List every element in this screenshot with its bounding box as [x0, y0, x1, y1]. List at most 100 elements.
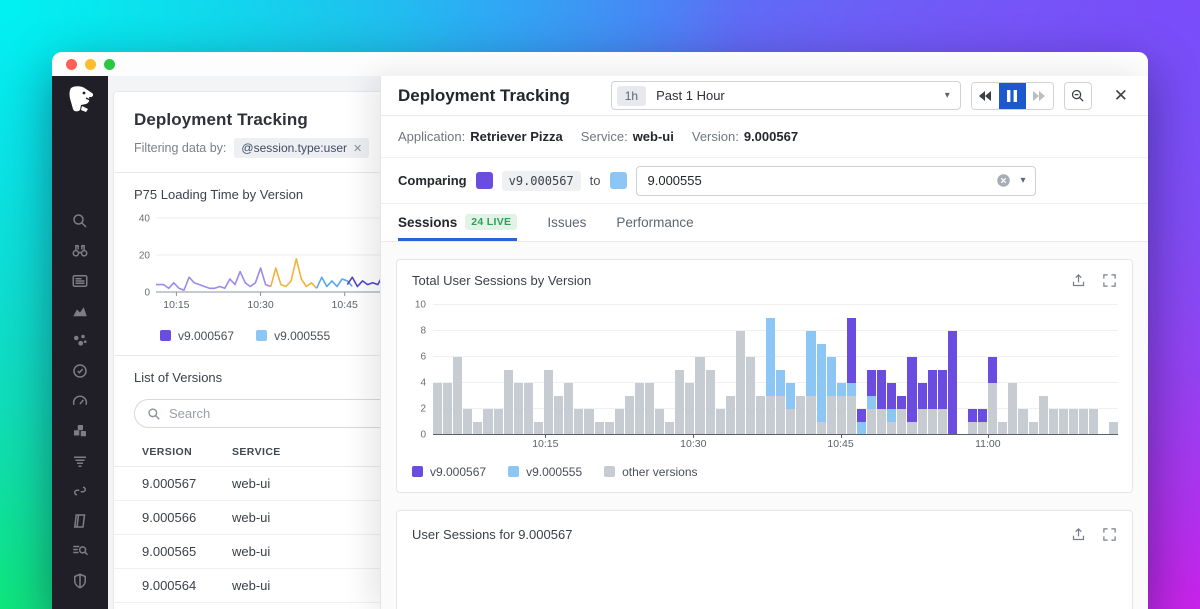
tab-issues[interactable]: Issues: [547, 204, 586, 241]
bar[interactable]: [937, 305, 947, 435]
monitors-target-icon[interactable]: [71, 362, 89, 380]
bar[interactable]: [513, 305, 523, 435]
search-input[interactable]: [169, 406, 409, 421]
zoom-out-button[interactable]: [1063, 81, 1092, 110]
bar[interactable]: [695, 305, 705, 435]
clear-selection-icon[interactable]: [996, 173, 1011, 188]
bar[interactable]: [816, 305, 826, 435]
expand-icon[interactable]: [1102, 527, 1117, 542]
bar[interactable]: [675, 305, 685, 435]
logs-filter-icon[interactable]: [71, 452, 89, 470]
bar[interactable]: [665, 305, 675, 435]
watchdog-binoculars-icon[interactable]: [71, 242, 89, 260]
bar[interactable]: [463, 305, 473, 435]
bar[interactable]: [806, 305, 816, 435]
bar[interactable]: [493, 305, 503, 435]
bar[interactable]: [644, 305, 655, 435]
bar[interactable]: [877, 305, 887, 435]
bar[interactable]: [1089, 305, 1099, 435]
search-icon[interactable]: [71, 212, 89, 230]
bar[interactable]: [634, 305, 644, 435]
bar[interactable]: [1028, 305, 1038, 435]
bar[interactable]: [584, 305, 594, 435]
bar[interactable]: [766, 305, 776, 435]
bar[interactable]: [1079, 305, 1089, 435]
legend-item[interactable]: other versions: [604, 465, 698, 479]
bar[interactable]: [594, 305, 604, 435]
bar[interactable]: [786, 305, 796, 435]
bar[interactable]: [1038, 305, 1048, 435]
bar[interactable]: [846, 305, 856, 435]
close-panel-icon[interactable]: ✕: [1108, 84, 1134, 108]
integrations-puzzle-icon[interactable]: [71, 422, 89, 440]
bar[interactable]: [473, 305, 483, 435]
bar[interactable]: [756, 305, 766, 435]
bar[interactable]: [907, 305, 917, 435]
filter-chip[interactable]: @session.type:user ✕: [234, 138, 370, 158]
bar[interactable]: [887, 305, 897, 435]
export-icon[interactable]: [1071, 527, 1086, 542]
notebooks-icon[interactable]: [71, 512, 89, 530]
bar[interactable]: [745, 305, 755, 435]
to-version-select[interactable]: 9.000555 ▾: [635, 165, 1036, 196]
bar[interactable]: [624, 305, 634, 435]
metrics-chart-icon[interactable]: [71, 302, 89, 320]
dashboards-gauge-icon[interactable]: [71, 392, 89, 410]
bar[interactable]: [574, 305, 584, 435]
bar[interactable]: [1008, 305, 1018, 435]
bar[interactable]: [1109, 305, 1119, 435]
versions-search[interactable]: [134, 399, 422, 428]
time-range-selector[interactable]: 1h Past 1 Hour ▾: [610, 81, 961, 110]
tab-performance[interactable]: Performance: [616, 204, 693, 241]
bar[interactable]: [433, 305, 443, 435]
bar[interactable]: [1068, 305, 1078, 435]
legend-item[interactable]: v9.000567: [160, 329, 234, 343]
security-shield-icon[interactable]: [71, 572, 89, 590]
pause-button[interactable]: [998, 82, 1026, 109]
bar[interactable]: [735, 305, 745, 435]
bar[interactable]: [715, 305, 725, 435]
bar[interactable]: [604, 305, 614, 435]
filter-chip-close-icon[interactable]: ✕: [353, 142, 362, 155]
infrastructure-cluster-icon[interactable]: [71, 332, 89, 350]
export-icon[interactable]: [1071, 273, 1086, 288]
bar[interactable]: [917, 305, 927, 435]
bar[interactable]: [927, 305, 937, 435]
bar[interactable]: [533, 305, 544, 435]
bar[interactable]: [836, 305, 846, 435]
bar[interactable]: [614, 305, 624, 435]
bar[interactable]: [503, 305, 513, 435]
bar[interactable]: [978, 305, 988, 435]
bar[interactable]: [776, 305, 786, 435]
bar[interactable]: [443, 305, 453, 435]
bar[interactable]: [1018, 305, 1028, 435]
bar[interactable]: [1048, 305, 1058, 435]
legend-item[interactable]: v9.000555: [256, 329, 330, 343]
legend-item[interactable]: v9.000555: [508, 465, 582, 479]
bar[interactable]: [998, 305, 1008, 435]
apm-link-icon[interactable]: [71, 482, 89, 500]
bar[interactable]: [685, 305, 695, 435]
bar[interactable]: [897, 305, 907, 435]
fast-forward-button[interactable]: [1025, 82, 1053, 109]
log-explorer-icon[interactable]: [71, 542, 89, 560]
legend-item[interactable]: v9.000567: [412, 465, 486, 479]
bar[interactable]: [867, 305, 877, 435]
bar[interactable]: [967, 305, 978, 435]
bar[interactable]: [523, 305, 533, 435]
bar[interactable]: [988, 305, 998, 435]
bar[interactable]: [453, 305, 463, 435]
rewind-button[interactable]: [971, 82, 999, 109]
bar[interactable]: [856, 305, 867, 435]
expand-icon[interactable]: [1102, 273, 1117, 288]
events-list-icon[interactable]: [71, 272, 89, 290]
zoom-window-button[interactable]: [104, 58, 115, 70]
close-window-button[interactable]: [66, 58, 77, 70]
bar[interactable]: [705, 305, 715, 435]
bar[interactable]: [483, 305, 493, 435]
tab-sessions[interactable]: Sessions 24 LIVE: [398, 204, 518, 241]
bar[interactable]: [796, 305, 806, 435]
bar[interactable]: [544, 305, 554, 435]
bar[interactable]: [554, 305, 564, 435]
bar[interactable]: [826, 305, 836, 435]
